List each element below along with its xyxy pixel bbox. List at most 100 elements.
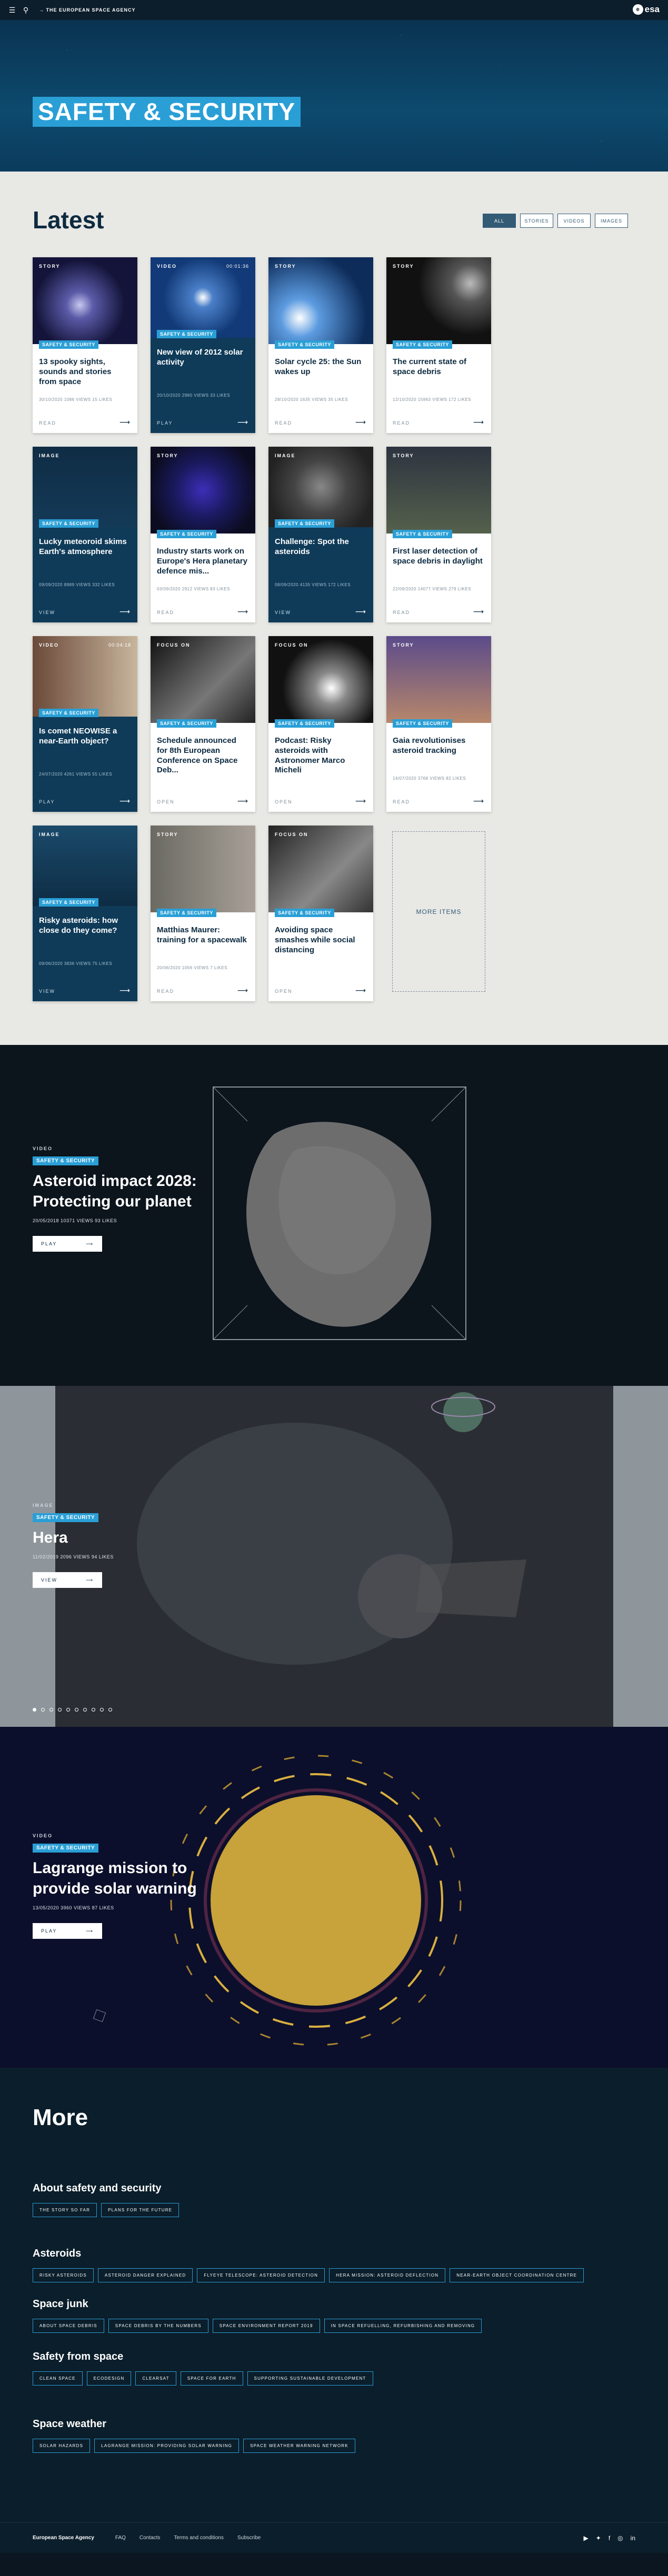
topic-chip[interactable]: IN SPACE REFUELLING, REFURBISHING AND RE… xyxy=(324,2319,482,2333)
arrow-right-icon[interactable]: ⟶ xyxy=(119,607,130,616)
content-card[interactable]: VIDEO 00:01:36 SAFETY & SECURITY New vie… xyxy=(151,257,255,433)
card-title[interactable]: New view of 2012 solar activity xyxy=(157,348,249,368)
carousel-dot[interactable] xyxy=(108,1708,112,1712)
card-title[interactable]: 13 spooky sights, sounds and stories fro… xyxy=(39,357,131,387)
filter-all[interactable]: ALL xyxy=(483,214,516,228)
card-tag[interactable]: SAFETY & SECURITY xyxy=(275,340,334,349)
footer-link-contacts[interactable]: Contacts xyxy=(139,2535,160,2541)
footer-link-faq[interactable]: FAQ xyxy=(115,2535,126,2541)
card-action[interactable]: READ xyxy=(157,610,174,615)
card-image[interactable]: IMAGE xyxy=(268,447,373,527)
filter-stories[interactable]: STORIES xyxy=(520,214,553,228)
feature-title[interactable]: Lagrange mission to provide solar warnin… xyxy=(33,1858,206,1899)
feature-tag[interactable]: SAFETY & SECURITY xyxy=(33,1844,99,1853)
esa-logo[interactable]: e esa xyxy=(632,4,660,15)
topic-chip[interactable]: CLEAN SPACE xyxy=(33,2371,83,2386)
arrow-right-icon[interactable]: ⟶ xyxy=(355,418,366,427)
card-image[interactable]: VIDEO 00:04:18 xyxy=(33,636,137,717)
feature-tag[interactable]: SAFETY & SECURITY xyxy=(33,1513,99,1522)
carousel-dot[interactable] xyxy=(100,1708,104,1712)
card-title[interactable]: Gaia revolutionises asteroid tracking xyxy=(393,736,485,756)
feature-lagrange[interactable]: VIDEO SAFETY & SECURITY Lagrange mission… xyxy=(0,1727,668,2068)
content-card[interactable]: IMAGE SAFETY & SECURITY Risky asteroids:… xyxy=(33,826,137,1001)
arrow-right-icon[interactable]: ⟶ xyxy=(473,797,484,806)
card-image[interactable]: IMAGE xyxy=(33,826,137,906)
card-tag[interactable]: SAFETY & SECURITY xyxy=(157,530,216,538)
topic-chip[interactable]: CLEARSAT xyxy=(135,2371,176,2386)
card-title[interactable]: The current state of space debris xyxy=(393,357,485,377)
card-tag[interactable]: SAFETY & SECURITY xyxy=(157,909,216,917)
filter-images[interactable]: IMAGES xyxy=(595,214,628,228)
arrow-right-icon[interactable]: ⟶ xyxy=(119,418,130,427)
card-action[interactable]: READ xyxy=(393,420,410,426)
card-tag[interactable]: SAFETY & SECURITY xyxy=(275,719,334,728)
card-image[interactable]: VIDEO 00:01:36 xyxy=(151,257,255,338)
card-tag[interactable]: SAFETY & SECURITY xyxy=(393,530,452,538)
card-tag[interactable]: SAFETY & SECURITY xyxy=(275,909,334,917)
arrow-right-icon[interactable]: ⟶ xyxy=(355,986,366,995)
more-items-card[interactable]: MORE ITEMS xyxy=(386,826,491,1001)
card-tag[interactable]: SAFETY & SECURITY xyxy=(157,330,216,338)
card-action[interactable]: OPEN xyxy=(157,799,175,804)
arrow-right-icon[interactable]: ⟶ xyxy=(355,797,366,806)
card-title[interactable]: First laser detection of space debris in… xyxy=(393,547,485,567)
content-card[interactable]: STORY SAFETY & SECURITY Solar cycle 25: … xyxy=(268,257,373,433)
card-image[interactable]: STORY xyxy=(151,826,255,912)
card-title[interactable]: Lucky meteoroid skims Earth's atmosphere xyxy=(39,537,131,557)
view-button[interactable]: VIEW ⟶ xyxy=(33,1572,102,1588)
carousel-dot[interactable] xyxy=(58,1708,62,1712)
content-card[interactable]: FOCUS ON SAFETY & SECURITY Podcast: Risk… xyxy=(268,636,373,812)
twitter-icon[interactable]: ✦ xyxy=(596,2534,601,2542)
footer-link-subscribe[interactable]: Subscribe xyxy=(237,2535,261,2541)
arrow-right-icon[interactable]: ⟶ xyxy=(119,797,130,806)
feature-title[interactable]: Asteroid impact 2028: Protecting our pla… xyxy=(33,1171,206,1212)
content-card[interactable]: STORY SAFETY & SECURITY Matthias Maurer:… xyxy=(151,826,255,1001)
carousel-dot[interactable] xyxy=(33,1708,36,1712)
topic-chip[interactable]: HERA MISSION: ASTEROID DEFLECTION xyxy=(329,2268,446,2282)
card-image[interactable]: STORY xyxy=(33,257,137,344)
card-tag[interactable]: SAFETY & SECURITY xyxy=(393,340,452,349)
card-title[interactable]: Schedule announced for 8th European Conf… xyxy=(157,736,249,776)
feature-hera[interactable]: IMAGE SAFETY & SECURITY Hera 11/02/2019 … xyxy=(0,1386,668,1727)
arrow-right-icon[interactable]: ⟶ xyxy=(237,418,248,427)
card-image[interactable]: STORY xyxy=(386,447,491,534)
card-action[interactable]: PLAY xyxy=(39,799,55,804)
content-card[interactable]: FOCUS ON SAFETY & SECURITY Schedule anno… xyxy=(151,636,255,812)
arrow-right-icon[interactable]: ⟶ xyxy=(355,607,366,616)
card-title[interactable]: Industry starts work on Europe's Hera pl… xyxy=(157,547,249,576)
filter-videos[interactable]: VIDEOS xyxy=(557,214,591,228)
card-image[interactable]: FOCUS ON xyxy=(268,636,373,723)
topic-chip[interactable]: ECODESIGN xyxy=(86,2371,132,2386)
card-tag[interactable]: SAFETY & SECURITY xyxy=(39,340,98,349)
hamburger-icon[interactable]: ☰ xyxy=(7,5,17,15)
topic-chip[interactable]: SPACE WEATHER WARNING NETWORK xyxy=(243,2439,355,2453)
carousel-dot[interactable] xyxy=(41,1708,45,1712)
feature-title[interactable]: Hera xyxy=(33,1527,114,1548)
linkedin-icon[interactable]: in xyxy=(631,2534,635,2542)
card-image[interactable]: IMAGE xyxy=(33,447,137,527)
card-action[interactable]: READ xyxy=(275,420,292,426)
carousel-dot[interactable] xyxy=(66,1708,70,1712)
card-image[interactable]: FOCUS ON xyxy=(151,636,255,723)
card-image[interactable]: STORY xyxy=(386,636,491,723)
search-icon[interactable]: ⚲ xyxy=(21,5,31,15)
content-card[interactable]: STORY SAFETY & SECURITY The current stat… xyxy=(386,257,491,433)
topic-chip[interactable]: PLANS FOR THE FUTURE xyxy=(101,2203,180,2217)
card-title[interactable]: Risky asteroids: how close do they come? xyxy=(39,916,131,936)
card-action[interactable]: VIEW xyxy=(39,610,55,615)
carousel-dot[interactable] xyxy=(83,1708,87,1712)
card-action[interactable]: PLAY xyxy=(157,420,173,426)
feature-tag[interactable]: SAFETY & SECURITY xyxy=(33,1156,99,1165)
topic-chip[interactable]: SPACE FOR EARTH xyxy=(180,2371,243,2386)
card-action[interactable]: READ xyxy=(39,420,56,426)
card-title[interactable]: Avoiding space smashes while social dist… xyxy=(275,925,367,955)
content-card[interactable]: VIDEO 00:04:18 SAFETY & SECURITY Is come… xyxy=(33,636,137,812)
topic-chip[interactable]: SOLAR HAZARDS xyxy=(33,2439,91,2453)
play-button[interactable]: PLAY ⟶ xyxy=(33,1236,102,1252)
arrow-right-icon[interactable]: ⟶ xyxy=(473,418,484,427)
agency-link[interactable]: → THE EUROPEAN SPACE AGENCY xyxy=(39,7,136,13)
card-tag[interactable]: SAFETY & SECURITY xyxy=(39,709,98,717)
topic-chip[interactable]: ABOUT SPACE DEBRIS xyxy=(33,2319,104,2333)
card-image[interactable]: STORY xyxy=(268,257,373,344)
carousel-dot[interactable] xyxy=(92,1708,95,1712)
